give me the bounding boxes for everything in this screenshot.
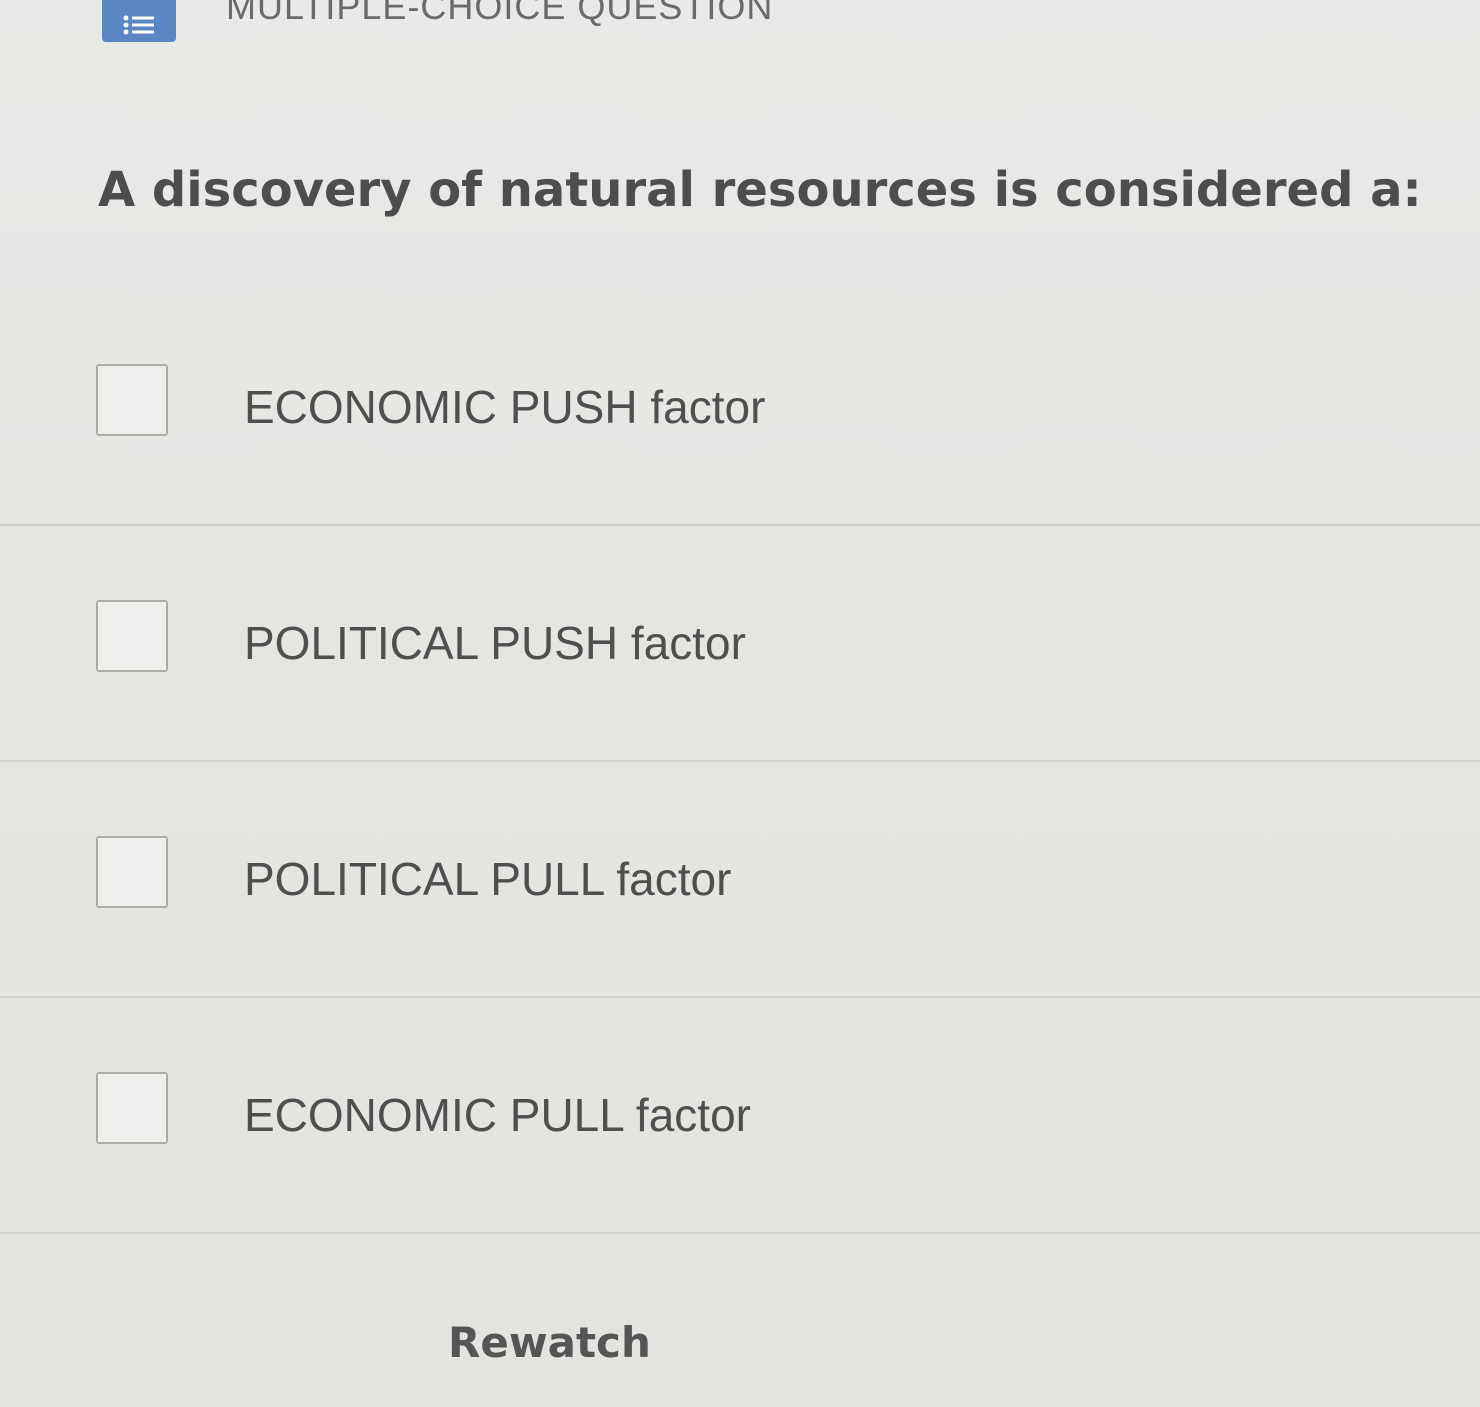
answer-checkbox[interactable] [96,600,168,672]
question-text: A discovery of natural resources is cons… [98,162,1422,218]
question-page: MULTIPLE-CHOICE QUESTION A discovery of … [0,0,1480,1407]
answer-checkbox[interactable] [96,836,168,908]
answer-label: POLITICAL PUSH factor [244,617,746,669]
question-type-label: MULTIPLE-CHOICE QUESTION [226,0,774,27]
answer-option[interactable]: ECONOMIC PUSH factor [0,290,1480,526]
question-type-header: MULTIPLE-CHOICE QUESTION [102,0,772,42]
answer-option[interactable]: ECONOMIC PULL factor [0,998,1480,1234]
answer-label: ECONOMIC PUSH factor [244,381,766,433]
answer-option[interactable]: POLITICAL PULL factor [0,762,1480,998]
answer-label: POLITICAL PULL factor [244,853,732,905]
rewatch-button[interactable]: Rewatch [448,1318,651,1367]
answer-checkbox[interactable] [96,364,168,436]
list-icon [102,0,176,42]
answer-checkbox[interactable] [96,1072,168,1144]
answer-label: ECONOMIC PULL factor [244,1089,751,1141]
answer-options: ECONOMIC PUSH factor POLITICAL PUSH fact… [0,290,1480,1234]
answer-option[interactable]: POLITICAL PUSH factor [0,526,1480,762]
